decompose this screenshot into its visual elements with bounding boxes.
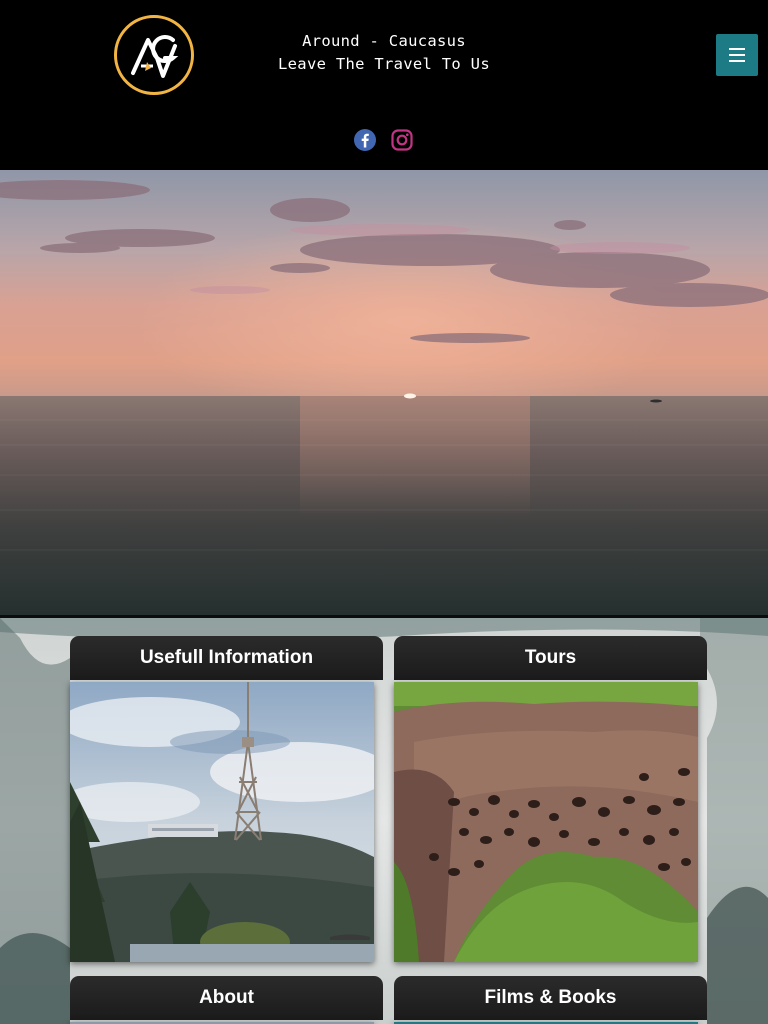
instagram-icon (391, 129, 413, 151)
menu-button[interactable] (716, 34, 758, 76)
hamburger-menu-icon (729, 48, 745, 50)
card-image-cave-city[interactable] (394, 682, 698, 962)
facebook-link[interactable] (353, 128, 377, 152)
facebook-icon (354, 129, 376, 151)
card-title[interactable]: Films & Books (394, 976, 707, 1020)
site-titles: Around - Caucasus Leave The Travel To Us (232, 30, 536, 76)
social-links (353, 128, 414, 154)
card-about[interactable]: About (70, 976, 383, 1024)
card-image-tbilisi-tower[interactable] (70, 682, 374, 962)
card-title[interactable]: About (70, 976, 383, 1020)
hero-image (0, 170, 768, 615)
cards-section: Usefull Information Tours About Films & … (0, 618, 768, 1024)
card-usefull-information[interactable]: Usefull Information (70, 636, 383, 962)
card-tours[interactable]: Tours (394, 636, 707, 962)
site-tagline: Leave The Travel To Us (278, 55, 490, 73)
card-films-books[interactable]: Films & Books (394, 976, 707, 1024)
instagram-link[interactable] (390, 128, 414, 152)
ac-logo-icon (131, 35, 179, 78)
site-logo[interactable] (114, 15, 194, 95)
site-title: Around - Caucasus (302, 32, 466, 50)
site-header: Around - Caucasus Leave The Travel To Us (0, 0, 768, 170)
card-title[interactable]: Tours (394, 636, 707, 680)
card-title[interactable]: Usefull Information (70, 636, 383, 680)
